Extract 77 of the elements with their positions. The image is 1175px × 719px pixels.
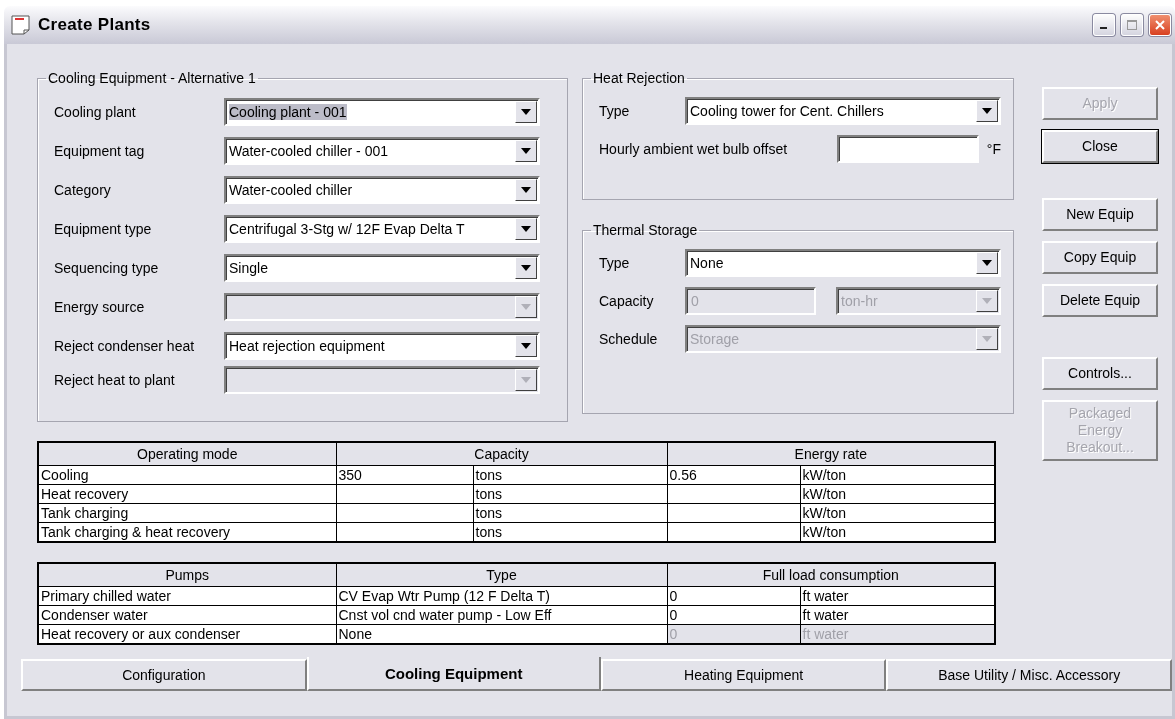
dropdown-field[interactable]: None	[685, 249, 1001, 277]
minimize-button[interactable]	[1093, 14, 1115, 36]
field-label: Type	[599, 103, 631, 119]
dropdown-caret-icon	[521, 225, 531, 232]
field-value: Water-cooled chiller	[229, 181, 353, 198]
tab[interactable]: Base Utility / Misc. Accessory	[886, 659, 1172, 691]
close-icon	[1155, 20, 1165, 30]
table-cell: Heat recovery	[38, 484, 336, 504]
field-label: Capacity	[599, 293, 655, 309]
dropdown-caret-icon	[521, 186, 531, 193]
dialog-button[interactable]: Copy Equip	[1042, 241, 1158, 274]
field-label: Schedule	[599, 331, 659, 347]
dropdown-caret-icon	[521, 377, 531, 383]
tab[interactable]: Cooling Equipment	[306, 657, 601, 691]
table-cell: Cooling	[38, 465, 336, 485]
dropdown-caret-icon	[982, 108, 992, 114]
column-header: Full load consumption	[667, 563, 995, 587]
column-header: Energy rate	[667, 442, 995, 466]
table-cell: Tank charging & heat recovery	[38, 522, 336, 542]
field-value: Cooling plant - 001	[229, 103, 347, 120]
field-label: Cooling plant	[54, 103, 137, 120]
dropdown-caret-icon	[982, 336, 992, 342]
maximize-icon	[1127, 20, 1137, 30]
dropdown-caret-icon	[521, 342, 531, 349]
tab[interactable]: Configuration	[21, 659, 307, 691]
field-label: Reject heat to plant	[54, 372, 176, 388]
field-value: Heat rejection equipment	[229, 337, 385, 354]
dropdown-field[interactable]: Cooling tower for Cent. Chillers	[685, 97, 1001, 125]
dropdown-field[interactable]: Water-cooled chiller - 001	[224, 136, 540, 165]
field-label: Energy source	[54, 298, 146, 315]
maximize-button[interactable]	[1121, 14, 1143, 36]
group-title: Heat Rejection	[592, 70, 686, 86]
tab[interactable]: Heating Equipment	[600, 659, 887, 691]
dialog-button[interactable]: New Equip	[1042, 198, 1158, 231]
field-label: Sequencing type	[54, 259, 160, 276]
field-label: Hourly ambient wet bulb offset	[599, 141, 789, 157]
table-cell: Condenser water	[38, 605, 336, 625]
table-cell: Tank charging	[38, 503, 336, 523]
table-cell: Primary chilled water	[38, 586, 336, 606]
dropdown-caret-icon	[521, 147, 531, 154]
group-title: Thermal Storage	[592, 222, 699, 238]
dialog-button[interactable]: Close	[1042, 130, 1158, 163]
field-value: None	[690, 255, 724, 271]
column-header: Operating mode	[38, 442, 336, 466]
field-value: Centrifugal 3-Stg w/ 12F Evap Delta T	[229, 220, 465, 237]
dropdown-field[interactable]: Cooling plant - 001	[224, 97, 540, 126]
column-header: Type	[336, 563, 667, 587]
dropdown-field[interactable]: Single	[224, 253, 540, 282]
close-button[interactable]	[1149, 14, 1171, 36]
field-value: ton-hr	[841, 293, 878, 309]
dropdown-caret-icon	[982, 260, 992, 266]
column-header: Pumps	[38, 563, 336, 587]
dropdown-caret-icon	[521, 108, 531, 115]
dropdown-field[interactable]: Centrifugal 3-Stg w/ 12F Evap Delta T	[224, 214, 540, 243]
table-cell: Heat recovery or aux condenser	[38, 624, 336, 644]
dialog-button[interactable]: Controls...	[1042, 357, 1158, 390]
dialog-button[interactable]: Delete Equip	[1042, 284, 1158, 317]
field-label: Equipment type	[54, 220, 153, 237]
field-label: Reject condenser heat	[54, 337, 196, 354]
field-label: Type	[599, 255, 631, 271]
field-label: Category	[54, 181, 112, 198]
offset-input-field[interactable]	[837, 135, 979, 163]
group-title: Cooling Equipment - Alternative 1	[47, 70, 257, 86]
dropdown-caret-icon	[521, 264, 531, 271]
field-label: Equipment tag	[54, 142, 146, 159]
dropdown-caret-icon	[521, 303, 531, 310]
field-value: Water-cooled chiller - 001	[229, 142, 388, 159]
column-header: Capacity	[336, 442, 667, 466]
dropdown-caret-icon	[982, 298, 992, 304]
window-title: Create Plants	[38, 15, 152, 35]
field-value: Cooling tower for Cent. Chillers	[690, 103, 884, 119]
field-value: Storage	[690, 331, 740, 347]
dropdown-field[interactable]: Heat rejection equipment	[224, 331, 540, 360]
document-icon	[10, 15, 32, 35]
field-value: Single	[229, 259, 268, 276]
unit-label: °F	[986, 141, 1001, 157]
dropdown-field[interactable]: Water-cooled chiller	[224, 175, 540, 204]
